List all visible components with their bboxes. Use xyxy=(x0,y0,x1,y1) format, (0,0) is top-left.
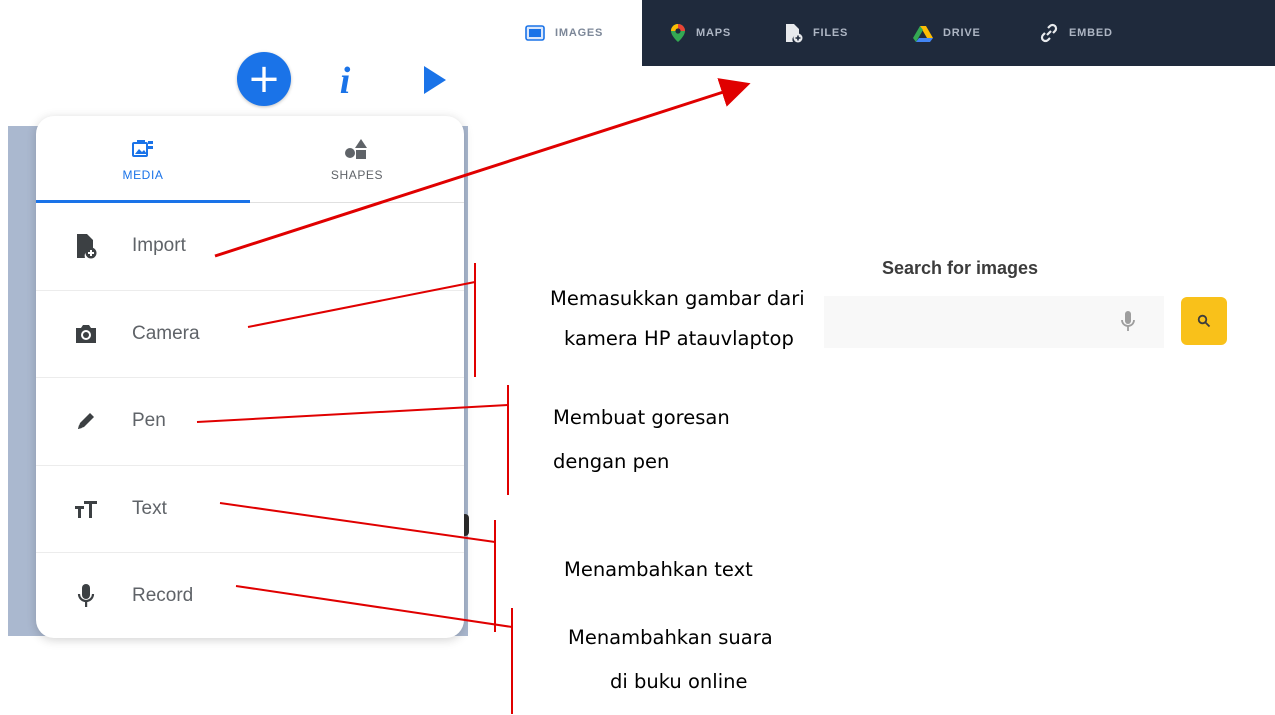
import-arrow xyxy=(214,78,751,258)
pen-line xyxy=(196,404,509,423)
annotation-pen-line2: dengan pen xyxy=(553,450,670,473)
record-line xyxy=(235,585,513,628)
annotation-lines xyxy=(196,78,751,714)
text-line xyxy=(219,502,496,543)
annotation-camera-line2: kamera HP atauvlaptop xyxy=(564,327,794,350)
camera-line xyxy=(247,281,476,328)
annotation-record-line2: di buku online xyxy=(610,670,748,693)
annotation-text-line1: Menambahkan text xyxy=(564,558,753,581)
annotation-pen-line1: Membuat goresan xyxy=(553,406,730,429)
annotation-record-line1: Menambahkan suara xyxy=(568,626,773,649)
annotation-camera-line1: Memasukkan gambar dari xyxy=(550,287,805,310)
